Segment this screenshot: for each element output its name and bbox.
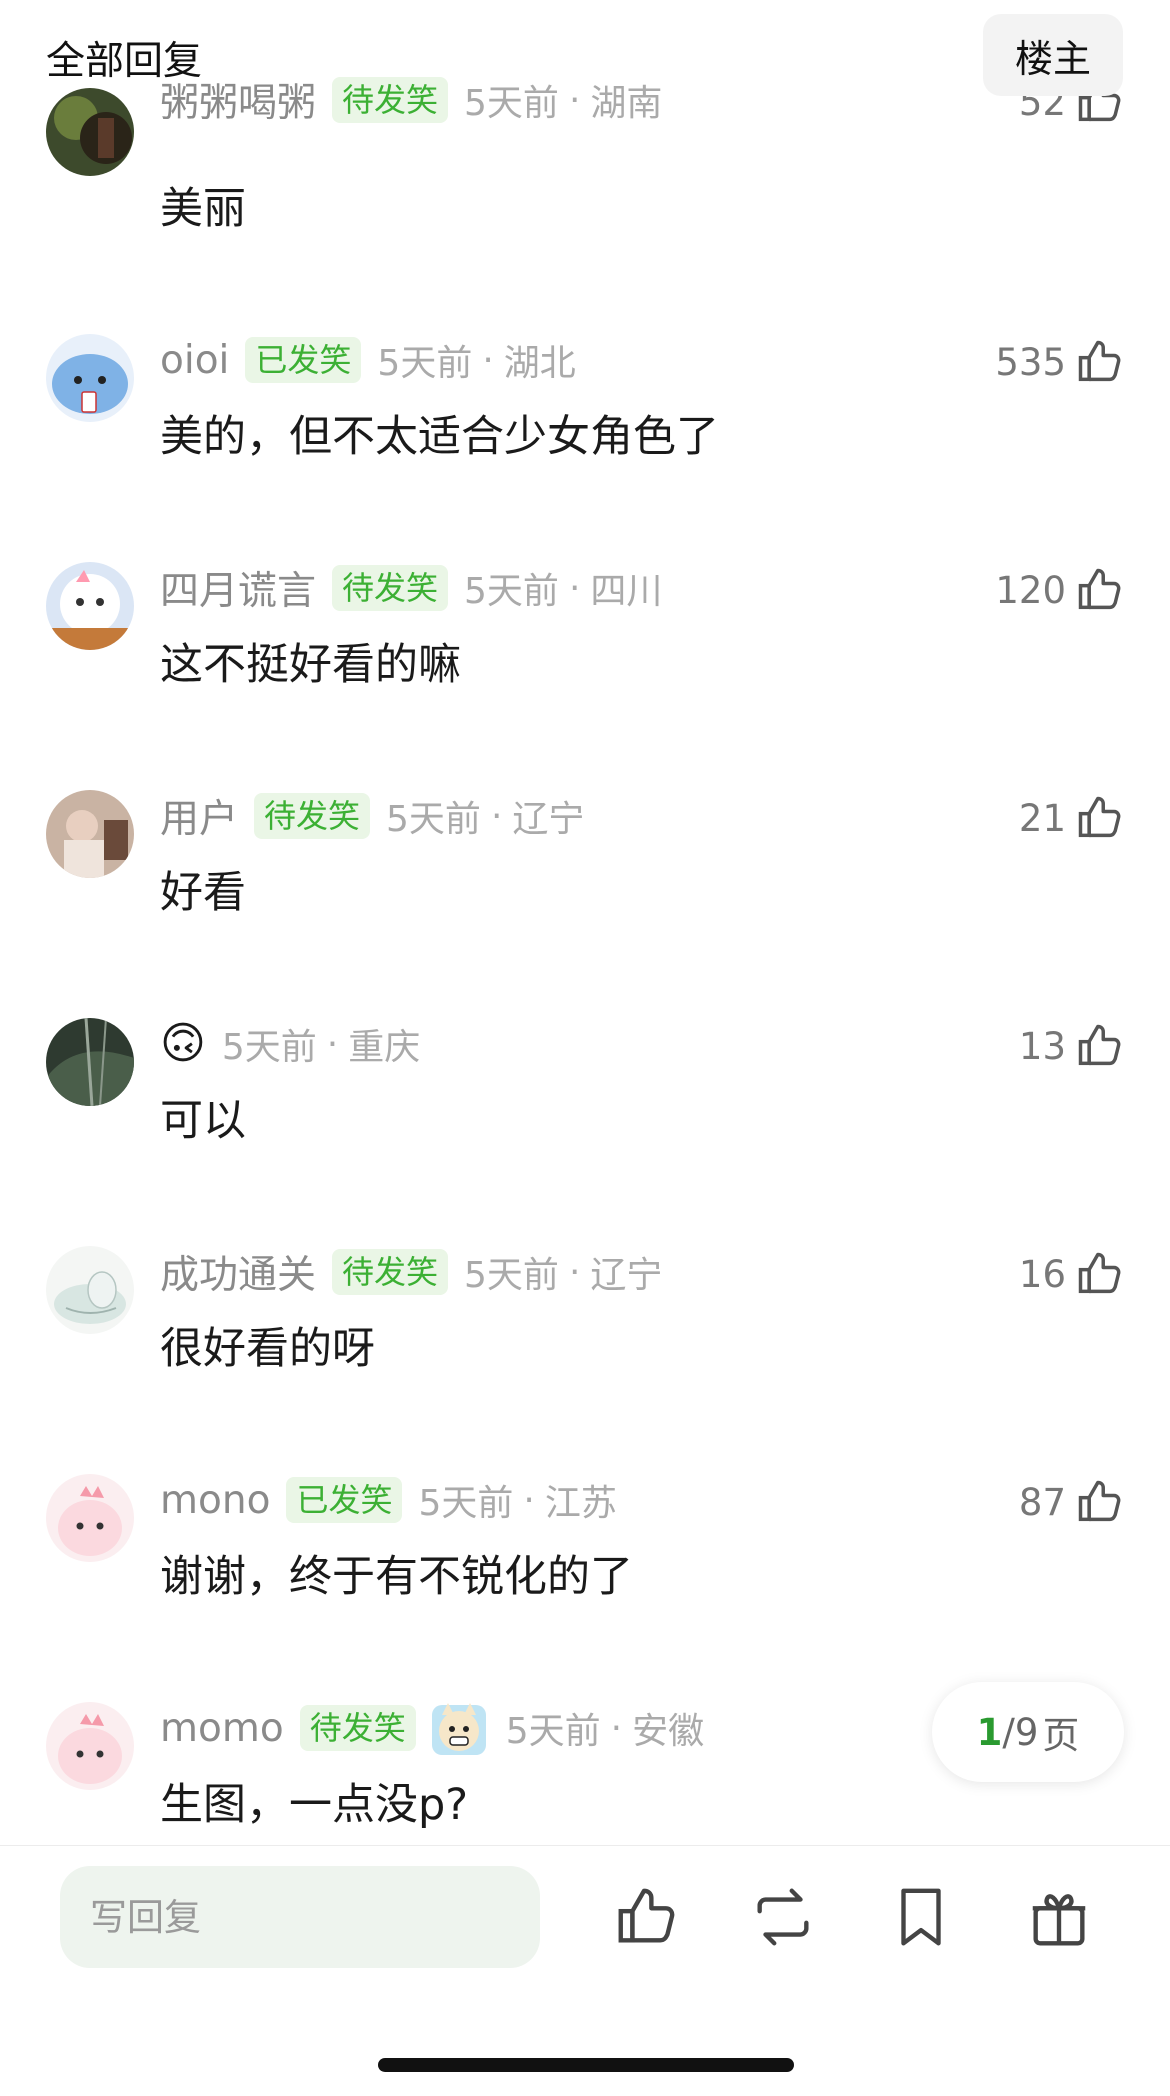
header: 全部回复 楼主 xyxy=(0,0,1170,118)
user-name[interactable]: 成功通关 xyxy=(160,1244,316,1300)
status-badge: 待发笑 xyxy=(254,793,371,839)
thumbs-up-icon xyxy=(1078,1252,1121,1294)
thumbs-up-icon[interactable] xyxy=(612,1882,682,1952)
status-badge: 已发笑 xyxy=(286,1477,403,1523)
comment-meta: 成功通关 待发笑 5天前 · 辽宁 xyxy=(160,1246,662,1298)
comment-time: 5天前 xyxy=(386,799,481,840)
thumbs-up-icon xyxy=(1078,1024,1121,1066)
comment-item: oioi 已发笑 5天前 · 湖北 535 美的，但不太适合少女角色了 xyxy=(0,334,1170,562)
comment-text: 美丽 xyxy=(160,184,246,234)
user-name[interactable]: oioi xyxy=(160,338,229,383)
avatar[interactable] xyxy=(46,1474,134,1562)
comment-item: 粥粥喝粥 待发笑 5天前 · 湖南 52 美丽 xyxy=(0,77,1170,328)
avatar[interactable] xyxy=(46,1018,134,1106)
like-button[interactable]: 16 xyxy=(1019,1246,1126,1302)
separator-dot: · xyxy=(326,1023,339,1065)
comment-time: 5天前 xyxy=(418,1483,514,1524)
like-count: 120 xyxy=(995,568,1066,612)
like-button[interactable]: 120 xyxy=(995,562,1126,618)
avatar[interactable] xyxy=(46,562,134,650)
comment-meta: momo 待发笑 5天前 · 安徽 xyxy=(160,1702,705,1755)
bookmark-icon[interactable] xyxy=(886,1882,956,1952)
comment-text: 生图，一点没p? xyxy=(160,1780,469,1830)
thumbs-up-icon xyxy=(1078,1480,1121,1522)
comment-list: 粥粥喝粥 待发笑 5天前 · 湖南 52 美丽 oioi 已发笑 5天前 · 湖… xyxy=(0,0,1170,1845)
comment-time: 5天前 xyxy=(464,571,559,612)
comment-meta: 用户 待发笑 5天前 · 辽宁 xyxy=(160,790,584,842)
comment-item: 用户 待发笑 5天前 · 辽宁 21 好看 xyxy=(0,790,1170,1018)
comment-meta: 🙃 5天前 · 重庆 xyxy=(160,1018,420,1070)
pagination-indicator[interactable]: 1/9 页 xyxy=(932,1682,1124,1782)
avatar[interactable] xyxy=(46,790,134,878)
comment-item: 🙃 5天前 · 重庆 13 可以 xyxy=(0,1018,1170,1246)
comment-region: 辽宁 xyxy=(512,799,585,840)
page-unit: 页 xyxy=(1042,1714,1080,1757)
reply-input[interactable] xyxy=(60,1866,540,1968)
comment-text: 很好看的呀 xyxy=(160,1324,375,1374)
like-count: 13 xyxy=(1018,1024,1066,1068)
like-button[interactable]: 87 xyxy=(1019,1474,1126,1530)
comment-region: 湖北 xyxy=(503,343,576,384)
cat-sticker-icon xyxy=(431,1703,486,1755)
gift-icon[interactable] xyxy=(1024,1882,1094,1952)
separator-dot: · xyxy=(568,1251,581,1293)
comment-meta: mono 已发笑 5天前 · 江苏 xyxy=(160,1474,617,1526)
comment-text: 可以 xyxy=(160,1096,246,1146)
thumbs-up-icon xyxy=(1078,568,1121,610)
bottom-action-bar xyxy=(0,1845,1170,2096)
separator-dot: · xyxy=(490,795,503,837)
avatar[interactable] xyxy=(46,1246,134,1334)
comment-item: mono 已发笑 5天前 · 江苏 87 谢谢，终于有不锐化的了 xyxy=(0,1474,1170,1702)
page-title: 全部回复 xyxy=(46,39,203,84)
like-count: 87 xyxy=(1018,1480,1066,1524)
comment-time: 5天前 xyxy=(377,343,473,384)
comment-item: 成功通关 待发笑 5天前 · 辽宁 16 很好看的呀 xyxy=(0,1246,1170,1474)
like-button[interactable]: 13 xyxy=(1019,1018,1126,1074)
comment-time: 5天前 xyxy=(505,1711,601,1752)
comment-text: 谢谢，终于有不锐化的了 xyxy=(160,1552,633,1602)
separator-dot: · xyxy=(610,1707,623,1749)
comment-region: 辽宁 xyxy=(590,1255,663,1296)
comment-text: 好看 xyxy=(160,868,246,918)
status-badge: 待发笑 xyxy=(332,565,449,611)
status-badge: 待发笑 xyxy=(299,1705,416,1751)
comment-meta: oioi 已发笑 5天前 · 湖北 xyxy=(160,334,576,386)
comment-meta: 四月谎言 待发笑 5天前 · 四川 xyxy=(160,562,662,614)
upside-down-face-icon: 🙃 xyxy=(160,1018,206,1069)
comment-region: 安徽 xyxy=(632,1711,705,1752)
comment-time: 5天前 xyxy=(464,1255,559,1296)
like-count: 535 xyxy=(995,340,1066,384)
separator-dot: · xyxy=(523,1479,535,1521)
thumbs-up-icon xyxy=(1078,796,1121,838)
comment-text: 这不挺好看的嘛 xyxy=(160,640,461,690)
like-button[interactable]: 21 xyxy=(1019,790,1126,846)
user-name[interactable]: mono xyxy=(160,1478,270,1523)
owner-only-button[interactable]: 楼主 xyxy=(983,14,1123,96)
separator-dot: · xyxy=(568,567,581,609)
page-total: /9 xyxy=(1002,1710,1039,1754)
user-name[interactable]: 用户 xyxy=(160,788,238,844)
comment-region: 四川 xyxy=(590,571,663,612)
comment-text: 美的，但不太适合少女角色了 xyxy=(160,412,719,462)
comment-time: 5天前 xyxy=(221,1027,317,1068)
status-badge: 待发笑 xyxy=(332,1249,449,1295)
user-name[interactable]: momo xyxy=(160,1706,284,1751)
user-name[interactable]: 四月谎言 xyxy=(160,560,316,616)
thumbs-up-icon xyxy=(1078,340,1121,382)
home-indicator xyxy=(378,2058,794,2072)
like-count: 16 xyxy=(1018,1252,1066,1296)
like-count: 21 xyxy=(1018,796,1066,840)
separator-dot: · xyxy=(482,339,494,381)
comment-item: 四月谎言 待发笑 5天前 · 四川 120 这不挺好看的嘛 xyxy=(0,562,1170,790)
comment-region: 重庆 xyxy=(348,1027,421,1068)
like-button[interactable]: 535 xyxy=(995,334,1126,390)
page-current: 1 xyxy=(976,1710,1003,1754)
repost-icon[interactable] xyxy=(748,1882,818,1952)
avatar[interactable] xyxy=(46,1702,134,1790)
status-badge: 已发笑 xyxy=(245,337,362,383)
avatar[interactable] xyxy=(46,334,134,422)
comment-region: 江苏 xyxy=(544,1483,617,1524)
